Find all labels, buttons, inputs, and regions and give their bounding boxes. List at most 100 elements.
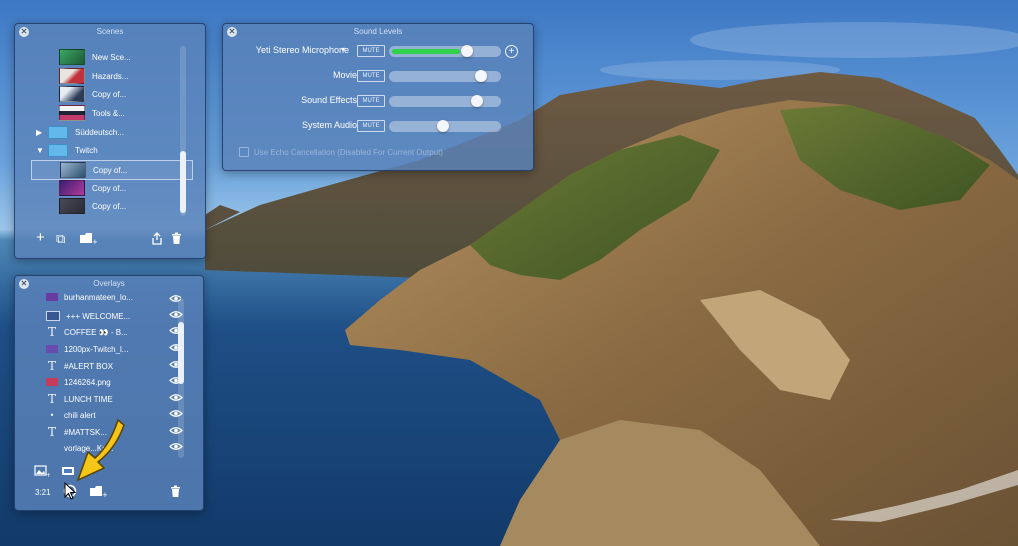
- chevron-down-icon[interactable]: ▾: [341, 45, 345, 54]
- panel-title: Overlays: [93, 279, 125, 288]
- panel-title: Sound Levels: [353, 27, 403, 36]
- scene-thumbnail: [60, 162, 86, 178]
- scene-item[interactable]: Hazards...: [31, 67, 191, 85]
- scene-item[interactable]: New Sce...: [31, 48, 191, 66]
- scene-folder[interactable]: ▼ Twitch: [31, 141, 191, 159]
- folder-icon: [48, 143, 68, 157]
- slider-knob[interactable]: [461, 45, 473, 57]
- sound-row-movie: Movie MUTE: [223, 69, 533, 85]
- scenes-panel: ✕ Scenes New Sce... Hazards... Copy of..…: [14, 23, 206, 259]
- slider-knob[interactable]: [437, 120, 449, 132]
- overlay-item[interactable]: T #ALERT BOX: [31, 358, 183, 374]
- folder-icon: [48, 125, 68, 139]
- overlay-label: +++ WELCOME...: [66, 311, 131, 321]
- scene-label: Copy of...: [92, 201, 127, 211]
- mute-button[interactable]: MUTE: [357, 95, 385, 107]
- scene-label: Tools &...: [92, 108, 125, 118]
- sound-levels-panel: ✕ Sound Levels Yeti Stereo Microphone ▾ …: [222, 23, 534, 171]
- dot-layer-icon: •: [49, 410, 55, 420]
- volume-slider[interactable]: [389, 120, 501, 132]
- scene-label: Hazards...: [92, 71, 129, 81]
- add-image-icon[interactable]: +: [34, 465, 51, 479]
- scene-item[interactable]: Tools &...: [31, 104, 191, 122]
- add-clock-icon[interactable]: 3:21: [35, 486, 51, 499]
- system-audio-label: System Audio: [301, 120, 357, 130]
- mute-button[interactable]: MUTE: [357, 70, 385, 82]
- share-icon[interactable]: [151, 232, 163, 247]
- overlay-item[interactable]: 1246264.png: [31, 374, 183, 390]
- scene-label: New Sce...: [92, 52, 131, 62]
- scene-thumbnail: [59, 105, 85, 121]
- scene-thumbnail: [59, 180, 85, 196]
- panel-title: Scenes: [96, 27, 124, 36]
- text-layer-icon: T: [47, 392, 56, 406]
- overlay-label: vorlage...Ko...: [64, 443, 114, 453]
- scene-label: Copy of...: [92, 183, 127, 193]
- overlays-panel: ✕ Overlays burhanmateen_lo... +++ WELCOM…: [14, 275, 204, 511]
- trash-icon[interactable]: [170, 485, 181, 500]
- scene-thumbnail: [59, 49, 85, 65]
- sound-row-microphone: Yeti Stereo Microphone ▾ MUTE +: [223, 44, 533, 60]
- volume-slider[interactable]: [389, 95, 501, 107]
- overlay-item[interactable]: burhanmateen_lo...: [31, 292, 181, 302]
- overlay-label: #ALERT BOX: [64, 361, 114, 371]
- disclosure-down-icon[interactable]: ▼: [36, 146, 44, 155]
- scene-folder[interactable]: ▶ Süddeutsch...: [31, 123, 191, 141]
- new-folder-icon[interactable]: +: [79, 232, 98, 247]
- audio-level-meter: [392, 49, 460, 54]
- new-folder-icon[interactable]: +: [89, 485, 108, 500]
- svg-text:+: +: [102, 491, 107, 498]
- sound-row-sound-effects: Sound Effects MUTE: [223, 94, 533, 110]
- overlays-scrollbar[interactable]: [178, 298, 184, 458]
- scenes-scrollbar[interactable]: [180, 46, 186, 216]
- overlay-label: #MATTSK...: [64, 427, 107, 437]
- echo-cancellation-label: Use Echo Cancellation (Disabled For Curr…: [254, 147, 443, 157]
- overlay-item[interactable]: +++ WELCOME...: [31, 308, 183, 324]
- scene-label: Copy of...: [93, 165, 128, 175]
- image-layer-icon: [46, 311, 60, 321]
- image-layer-icon: [46, 293, 58, 301]
- disclosure-right-icon[interactable]: ▶: [36, 128, 42, 137]
- checkbox: [239, 147, 249, 157]
- overlay-label: chili alert: [64, 410, 96, 420]
- overlay-label: 1246264.png: [64, 377, 111, 387]
- image-layer-icon: [46, 378, 58, 386]
- overlay-label: burhanmateen_lo...: [64, 292, 133, 302]
- folder-label: Twitch: [75, 145, 98, 155]
- scrollbar-thumb[interactable]: [178, 322, 184, 384]
- scene-item[interactable]: Copy of...: [31, 197, 191, 215]
- add-icon[interactable]: +: [36, 230, 45, 245]
- trash-icon[interactable]: [171, 232, 182, 247]
- microphone-label[interactable]: Yeti Stereo Microphone: [256, 45, 349, 55]
- scene-label: Copy of...: [92, 89, 127, 99]
- scrollbar-thumb[interactable]: [180, 151, 186, 213]
- overlay-item[interactable]: T LUNCH TIME: [31, 391, 183, 407]
- volume-slider[interactable]: [389, 45, 501, 57]
- add-video-icon[interactable]: [61, 465, 77, 479]
- scene-item[interactable]: Copy of...: [31, 85, 191, 103]
- scene-thumbnail: [59, 68, 85, 84]
- overlay-item[interactable]: T COFFEE 👀 - B...: [31, 324, 183, 340]
- add-audio-source-icon[interactable]: +: [505, 45, 518, 58]
- slider-knob[interactable]: [471, 95, 483, 107]
- scene-item[interactable]: Copy of...: [31, 160, 193, 180]
- duplicate-icon[interactable]: ⧉: [56, 232, 65, 245]
- volume-slider[interactable]: [389, 70, 501, 82]
- slider-knob[interactable]: [475, 70, 487, 82]
- overlay-label: COFFEE 👀 - B...: [64, 327, 128, 337]
- overlay-label: 1200px-Twitch_l...: [64, 344, 129, 354]
- text-layer-icon: T: [47, 325, 56, 339]
- text-layer-icon: T: [47, 359, 56, 373]
- mute-button[interactable]: MUTE: [357, 120, 385, 132]
- scene-item[interactable]: Copy of...: [31, 179, 191, 197]
- overlay-item[interactable]: vorlage...Ko...: [31, 440, 183, 456]
- movie-label: Movie: [332, 70, 357, 80]
- svg-text:+: +: [46, 472, 50, 477]
- overlay-item[interactable]: T #MATTSK...: [31, 424, 183, 440]
- scene-thumbnail: [59, 198, 85, 214]
- image-layer-icon: [46, 345, 58, 353]
- mute-button[interactable]: MUTE: [357, 45, 385, 57]
- overlay-item[interactable]: 1200px-Twitch_l...: [31, 341, 183, 357]
- text-layer-icon: T: [47, 425, 56, 439]
- overlay-item[interactable]: • chili alert: [31, 407, 183, 423]
